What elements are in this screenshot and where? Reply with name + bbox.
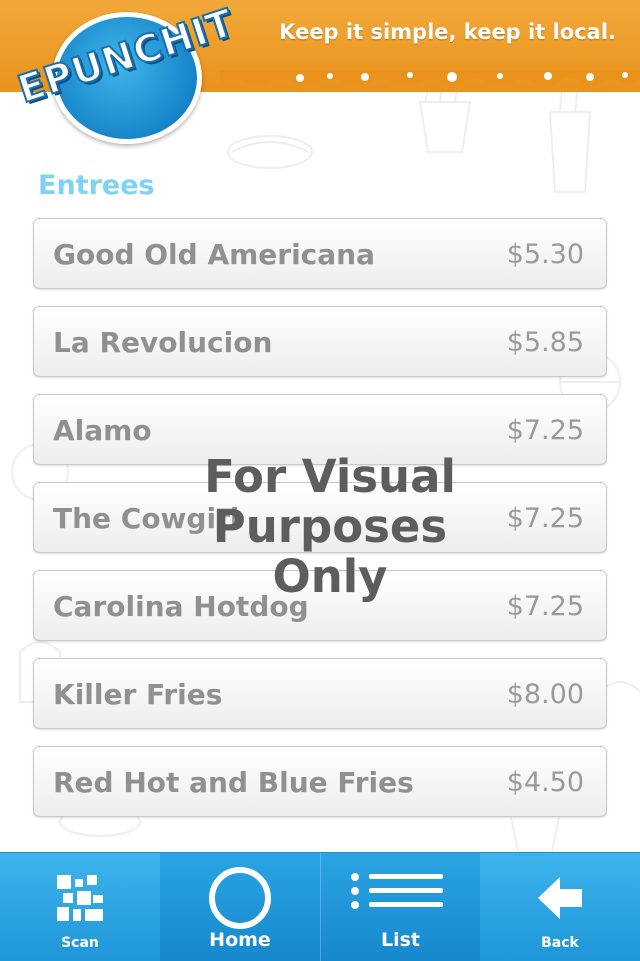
menu-item-price: $4.50 bbox=[506, 767, 584, 798]
tab-home[interactable]: Home bbox=[160, 853, 320, 961]
menu-item-name: Red Hot and Blue Fries bbox=[53, 766, 414, 799]
menu-item[interactable]: The Cowgirl $7.25 bbox=[33, 482, 607, 553]
menu-item-name: La Revolucion bbox=[53, 326, 273, 359]
menu-item-price: $5.30 bbox=[506, 239, 584, 270]
menu-item-name: Killer Fries bbox=[53, 678, 223, 711]
tab-scan-label: Scan bbox=[61, 935, 99, 951]
menu-item[interactable]: Carolina Hotdog $7.25 bbox=[33, 570, 607, 641]
back-arrow-icon bbox=[538, 877, 582, 919]
menu-item[interactable]: Alamo $7.25 bbox=[33, 394, 607, 465]
menu-list: Good Old Americana $5.30 La Revolucion $… bbox=[33, 218, 609, 834]
list-icon bbox=[351, 873, 443, 909]
menu-item-price: $7.25 bbox=[506, 415, 584, 446]
menu-item[interactable]: Red Hot and Blue Fries $4.50 bbox=[33, 746, 607, 817]
tab-scan[interactable]: Scan bbox=[0, 853, 160, 961]
menu-item-name: Carolina Hotdog bbox=[53, 590, 309, 623]
circle-home-icon bbox=[209, 867, 271, 929]
menu-item[interactable]: Killer Fries $8.00 bbox=[33, 658, 607, 729]
tab-home-label: Home bbox=[209, 929, 271, 951]
tagline: Keep it simple, keep it local. bbox=[279, 20, 616, 44]
tab-back-label: Back bbox=[541, 935, 579, 951]
bottom-tab-bar: Scan Home List Back bbox=[0, 852, 640, 961]
menu-item-price: $7.25 bbox=[506, 503, 584, 534]
menu-item-name: The Cowgirl bbox=[53, 502, 240, 535]
menu-item-price: $7.25 bbox=[506, 591, 584, 622]
section-title-entrees: Entrees bbox=[38, 170, 155, 201]
menu-item-price: $8.00 bbox=[506, 679, 584, 710]
tab-back[interactable]: Back bbox=[480, 853, 640, 961]
menu-item[interactable]: Good Old Americana $5.30 bbox=[33, 218, 607, 289]
menu-item[interactable]: La Revolucion $5.85 bbox=[33, 306, 607, 377]
menu-item-price: $5.85 bbox=[506, 327, 584, 358]
tab-list[interactable]: List bbox=[320, 853, 480, 961]
menu-item-name: Good Old Americana bbox=[53, 238, 375, 271]
tab-list-label: List bbox=[380, 929, 420, 951]
qr-code-icon bbox=[57, 875, 103, 921]
menu-item-name: Alamo bbox=[53, 414, 152, 447]
